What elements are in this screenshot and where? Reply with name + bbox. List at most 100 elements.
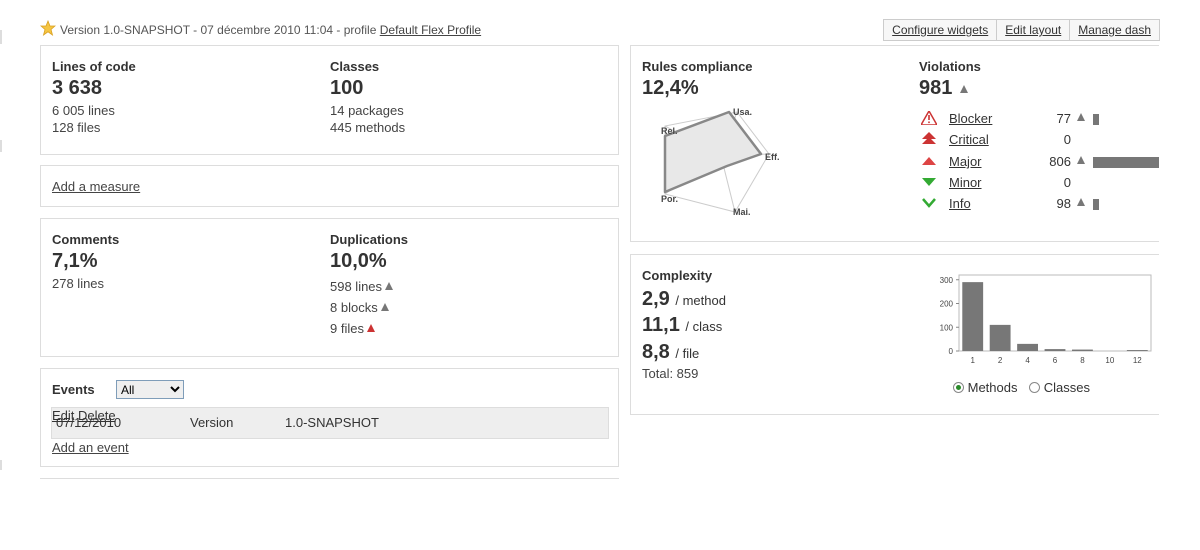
violations-value: 981 [919, 77, 969, 100]
x-tick-label: 2 [998, 356, 1003, 365]
violation-row-critical: Critical 0 [921, 131, 1181, 151]
info-count: 98 [1056, 196, 1071, 211]
x-tick-label: 8 [1080, 356, 1085, 365]
classes-radio-label[interactable]: Classes [1044, 380, 1090, 395]
radar-label-efficiency: Eff. [765, 152, 780, 162]
dup-files: 9 files [330, 321, 375, 336]
complexity-bar [989, 324, 1011, 351]
classes-radio[interactable] [1029, 382, 1041, 393]
packages-count: 14 packages [330, 103, 404, 118]
comments-label: Comments [52, 232, 120, 247]
major-trend [1074, 153, 1085, 168]
complexity-per-file: 8,8 / file [642, 341, 700, 363]
manage-dashboards-link[interactable]: Manage dash [1070, 20, 1160, 40]
violations-list: Blocker 77 Critical 0 Major 806 Minor 0 … [921, 110, 1161, 220]
y-tick-label: 100 [940, 323, 954, 332]
x-tick-label: 1 [970, 356, 975, 365]
dashboard-header: Version 1.0-SNAPSHOT - 07 décembre 2010 … [40, 18, 1160, 41]
y-tick-label: 0 [949, 347, 954, 356]
major-icon [922, 157, 936, 165]
dashboard-toolbar: Configure widgets Edit layout Manage das… [883, 19, 1160, 41]
blocker-link[interactable]: Blocker [949, 111, 992, 126]
empty-widget-edge [40, 478, 619, 482]
events-table: 07/12/2010 Version 1.0-SNAPSHOT Edit Del… [51, 407, 609, 439]
dup-lines: 598 lines [330, 279, 394, 294]
complexity-bar [1126, 350, 1148, 351]
trend-up-icon [385, 282, 394, 290]
y-tick-label: 300 [940, 276, 954, 285]
complexity-total: Total: 859 [642, 366, 699, 381]
trend-up-icon [1077, 198, 1085, 206]
add-measure-widget: Add a measure [40, 165, 619, 207]
lines-count: 6 005 lines [52, 103, 115, 118]
minor-link[interactable]: Minor [949, 175, 982, 190]
methods-radio[interactable] [953, 382, 964, 393]
rules-radar-chart: Usa. Eff. Mai. Por. Rel. [661, 107, 780, 217]
major-link[interactable]: Major [949, 154, 982, 169]
methods-radio-label[interactable]: Methods [968, 380, 1018, 395]
add-event-link[interactable]: Add an event [52, 440, 129, 455]
configure-widgets-link[interactable]: Configure widgets [884, 20, 998, 40]
size-widget: Lines of code 3 638 6 005 lines 128 file… [40, 45, 619, 155]
violation-row-major: Major 806 [921, 153, 1181, 173]
classes-label: Classes [330, 59, 380, 74]
critical-link[interactable]: Critical [949, 132, 989, 147]
duplications-label: Duplications [330, 232, 409, 247]
events-label: Events [52, 382, 95, 397]
radar-label-usability: Usa. [733, 107, 752, 117]
complexity-per-class: 11,1 / class [642, 314, 723, 336]
rules-value: 12,4% [642, 77, 699, 99]
complexity-bar [1017, 343, 1038, 351]
add-measure-link[interactable]: Add a measure [52, 179, 140, 194]
complexity-widget: Complexity 2,9 / method 11,1 / class 8,8… [630, 254, 1159, 415]
info-trend [1074, 195, 1085, 210]
violation-row-blocker: Blocker 77 [921, 110, 1181, 130]
x-tick-label: 12 [1133, 356, 1142, 365]
event-name: 1.0-SNAPSHOT [285, 415, 379, 430]
y-tick-label: 200 [940, 300, 954, 309]
violation-row-minor: Minor 0 [921, 174, 1181, 194]
events-filter-select[interactable]: All [116, 380, 184, 399]
trend-up-red-icon [366, 324, 375, 332]
critical-count: 0 [1063, 132, 1071, 147]
comments-value: 7,1% [52, 250, 98, 272]
complexity-bar [1072, 349, 1093, 351]
major-count: 806 [1049, 154, 1071, 169]
files-count: 128 files [52, 120, 101, 135]
complexity-label: Complexity [642, 268, 713, 283]
complexity-bar [1044, 349, 1066, 351]
minor-count: 0 [1063, 175, 1071, 190]
critical-icon [922, 132, 936, 144]
violations-label: Violations [919, 59, 981, 74]
blocker-bar [1093, 114, 1099, 125]
minor-icon [922, 178, 936, 186]
profile-link[interactable]: Default Flex Profile [380, 23, 481, 37]
complexity-per-method: 2,9 / method [642, 288, 726, 310]
blocker-icon [921, 111, 937, 125]
star-icon[interactable] [40, 20, 56, 36]
comments-duplications-widget: Comments 7,1% 278 lines Duplications 10,… [40, 218, 619, 357]
major-bar [1093, 157, 1159, 168]
info-link[interactable]: Info [949, 196, 971, 211]
rules-compliance-widget: Rules compliance 12,4% Usa. Eff. Mai. Po… [630, 45, 1159, 242]
methods-count: 445 methods [330, 120, 406, 135]
loc-value: 3 638 [52, 77, 103, 99]
rules-label: Rules compliance [642, 59, 753, 74]
trend-up-icon [960, 85, 969, 93]
complexity-bar [962, 282, 984, 351]
violation-row-info: Info 98 [921, 195, 1181, 215]
events-widget: Events All 07/12/2010 Version 1.0-SNAPSH… [40, 368, 619, 467]
radar-label-reliability: Rel. [661, 126, 678, 136]
complexity-radio-group: Methods Classes [953, 380, 1090, 395]
trend-up-icon [380, 303, 389, 311]
dup-blocks: 8 blocks [330, 300, 389, 315]
info-bar [1093, 199, 1099, 210]
edit-layout-link[interactable]: Edit layout [997, 20, 1071, 40]
chart-plot-area [958, 274, 1152, 352]
classes-value: 100 [330, 77, 364, 99]
radar-label-portability: Por. [661, 194, 678, 204]
blocker-count: 77 [1056, 111, 1071, 126]
complexity-distribution-chart: 30020010001 2 4 6 8 10 12 [940, 274, 1152, 365]
event-category: Version [190, 415, 234, 430]
x-tick-label: 6 [1053, 356, 1058, 365]
